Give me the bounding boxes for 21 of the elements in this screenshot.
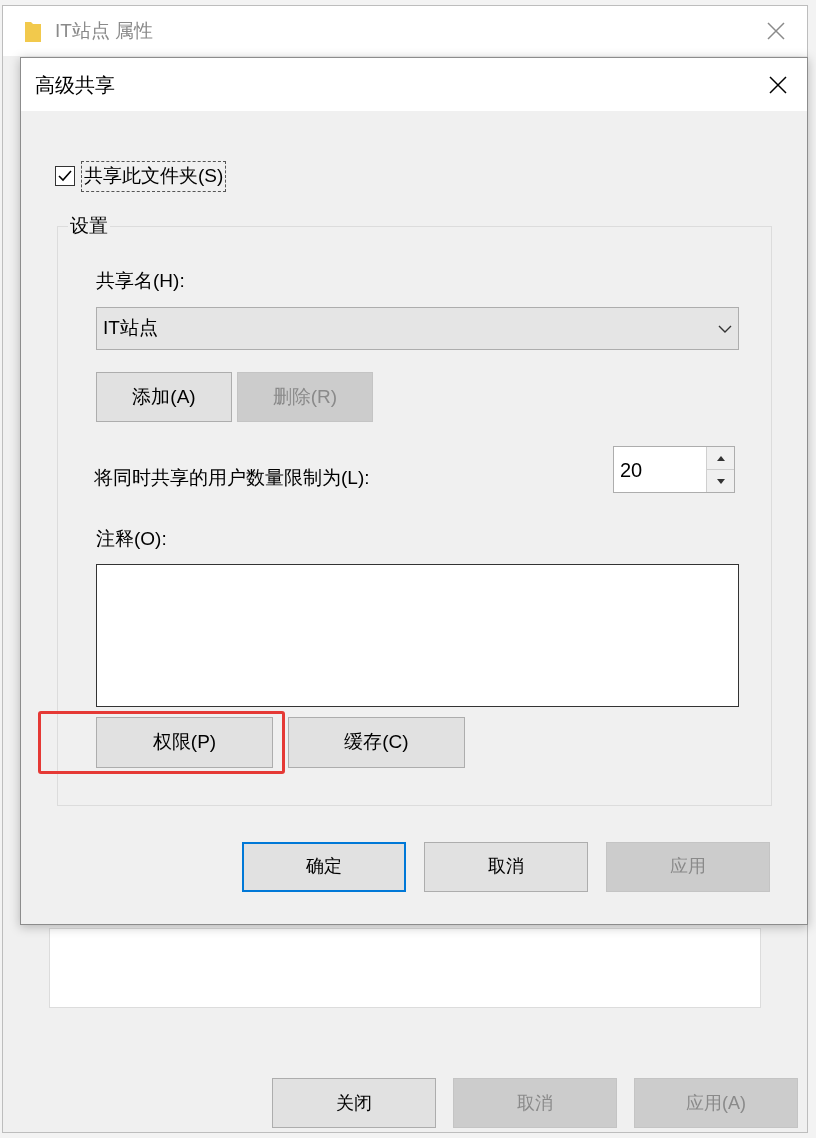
dialog-button[interactable]: 确定 [242,841,406,892]
field-label: 共享名(H): [96,268,186,293]
close-icon[interactable] [769,75,787,94]
user-limit-spinner[interactable]: 20 [613,446,735,493]
field-label: 注释(O): [96,527,168,551]
dialog-button[interactable]: 取消 [424,841,588,892]
field-label: 将同时共享的用户数量限制为(L): [94,466,370,490]
share-name-dropdown[interactable]: IT站点 [96,307,739,350]
add-button[interactable]: 添加(A) [96,372,232,422]
spin-down-icon[interactable] [707,470,734,492]
dialog-button[interactable]: 关闭 [272,1078,436,1128]
spin-up-icon[interactable] [707,447,734,470]
dialog-button[interactable]: 权限(P) [96,716,273,768]
window-title: IT站点 属性 [55,18,155,43]
chevron-down-icon [718,324,732,333]
dialog-title: 高级共享 [35,72,116,98]
check-icon [58,169,72,184]
checkbox-label[interactable]: 共享此文件夹(S) [81,161,227,192]
checkbox[interactable] [55,166,75,187]
folder-icon [25,20,41,42]
dialog-button[interactable]: 缓存(C) [288,716,465,768]
